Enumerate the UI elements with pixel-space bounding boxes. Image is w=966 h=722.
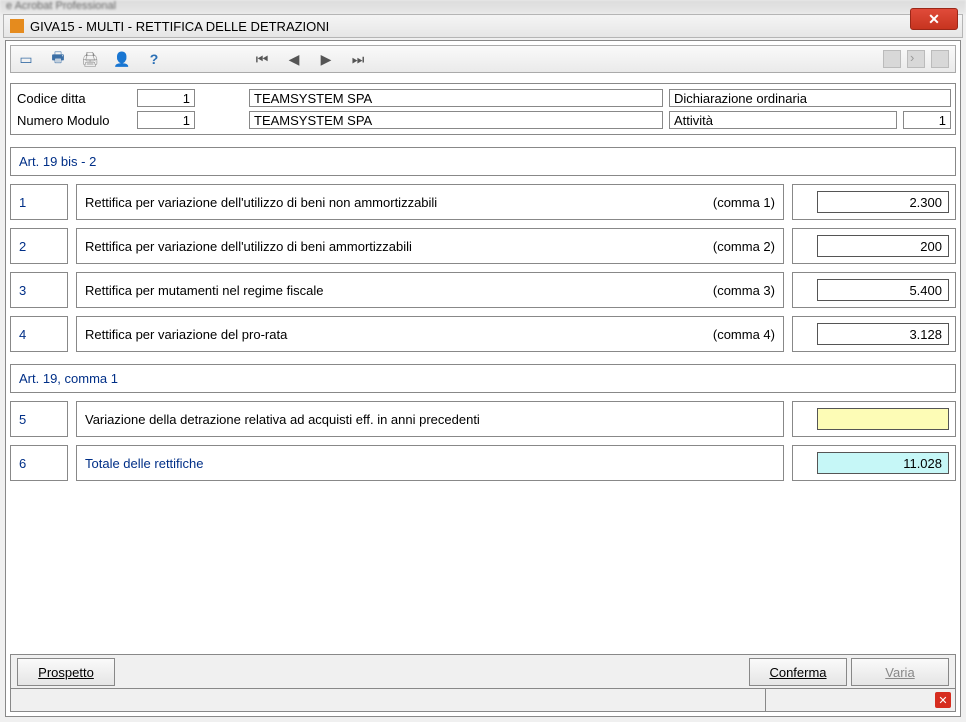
row-value-cell: 3.128	[792, 316, 956, 352]
row-number: 6	[10, 445, 68, 481]
status-error-icon[interactable]: ✕	[935, 692, 951, 708]
row-value-input[interactable]: 5.400	[817, 279, 949, 301]
tool-square-3[interactable]	[931, 50, 949, 68]
tool-square-2[interactable]: ›	[907, 50, 925, 68]
row-description: Rettifica per variazione del pro-rata(co…	[76, 316, 784, 352]
printer2-icon[interactable]: 🖨	[81, 50, 99, 68]
dichiarazione-field: Dichiarazione ordinaria	[669, 89, 951, 107]
row-value-cell: 2.300	[792, 184, 956, 220]
row-description: Rettifica per variazione dell'utilizzo d…	[76, 184, 784, 220]
conferma-button[interactable]: Conferma	[749, 658, 847, 686]
row-number: 1	[10, 184, 68, 220]
numero-modulo-label: Numero Modulo	[15, 113, 137, 128]
prospetto-button[interactable]: Prospetto	[17, 658, 115, 686]
nav-prev-icon[interactable]: ◀	[285, 50, 303, 68]
codice-ditta-input[interactable]: 1	[137, 89, 195, 107]
codice-ditta-label: Codice ditta	[15, 91, 137, 106]
form-row-6: 6Totale delle rettifiche 11.028	[10, 445, 956, 481]
row-value-cell: 11.028	[792, 445, 956, 481]
bottom-bar: Prospetto Conferma Varia	[10, 654, 956, 690]
print-icon[interactable]: 🖶	[49, 50, 67, 68]
ditta-name-field: TEAMSYSTEM SPA	[249, 89, 663, 107]
main-frame: ▭ 🖶 🖨 👤 ? ⏮ ◀ ▶ ⏭ › Codice ditta 1 TEAMS…	[5, 40, 961, 717]
row-value-input[interactable]: 200	[817, 235, 949, 257]
window-title: GIVA15 - MULTI - RETTIFICA DELLE DETRAZI…	[30, 19, 329, 34]
form-area: Codice ditta 1 TEAMSYSTEM SPA Dichiarazi…	[10, 83, 956, 662]
form-row-3: 3Rettifica per mutamenti nel regime fisc…	[10, 272, 956, 308]
window-close-button[interactable]: ✕	[910, 8, 958, 30]
background-app-title: e Acrobat Professional	[0, 0, 966, 14]
toolbar: ▭ 🖶 🖨 👤 ? ⏮ ◀ ▶ ⏭ ›	[10, 45, 956, 73]
nav-last-icon[interactable]: ⏭	[349, 50, 367, 68]
attivita-label-field: Attività	[669, 111, 897, 129]
row-value-input[interactable]: 2.300	[817, 191, 949, 213]
row-description: Totale delle rettifiche	[76, 445, 784, 481]
row-value-cell: 5.400	[792, 272, 956, 308]
row-value-input[interactable]	[817, 408, 949, 430]
row-value-input[interactable]: 3.128	[817, 323, 949, 345]
status-panel: ✕	[765, 689, 955, 711]
row-value-input[interactable]: 11.028	[817, 452, 949, 474]
nav-first-icon[interactable]: ⏮	[253, 50, 271, 68]
section2-title: Art. 19, comma 1	[10, 364, 956, 393]
form-row-2: 2Rettifica per variazione dell'utilizzo …	[10, 228, 956, 264]
row-value-cell	[792, 401, 956, 437]
form-row-4: 4Rettifica per variazione del pro-rata(c…	[10, 316, 956, 352]
app-icon	[10, 19, 24, 33]
row-number: 3	[10, 272, 68, 308]
nav-next-icon[interactable]: ▶	[317, 50, 335, 68]
card-icon[interactable]: ▭	[17, 50, 35, 68]
section1-title: Art. 19 bis - 2	[10, 147, 956, 176]
form-row-1: 1Rettifica per variazione dell'utilizzo …	[10, 184, 956, 220]
header-block: Codice ditta 1 TEAMSYSTEM SPA Dichiarazi…	[10, 83, 956, 135]
form-row-5: 5Variazione della detrazione relativa ad…	[10, 401, 956, 437]
row-number: 4	[10, 316, 68, 352]
numero-modulo-input[interactable]: 1	[137, 111, 195, 129]
status-bar: ✕	[10, 688, 956, 712]
ditta-name2-field: TEAMSYSTEM SPA	[249, 111, 663, 129]
close-icon: ✕	[928, 11, 940, 28]
row-number: 2	[10, 228, 68, 264]
row-description: Variazione della detrazione relativa ad …	[76, 401, 784, 437]
tool-square-1[interactable]	[883, 50, 901, 68]
user-icon[interactable]: 👤	[113, 50, 131, 68]
row-value-cell: 200	[792, 228, 956, 264]
window-titlebar: GIVA15 - MULTI - RETTIFICA DELLE DETRAZI…	[3, 14, 963, 38]
varia-button[interactable]: Varia	[851, 658, 949, 686]
attivita-value-input[interactable]: 1	[903, 111, 951, 129]
help-icon[interactable]: ?	[145, 50, 163, 68]
row-number: 5	[10, 401, 68, 437]
row-description: Rettifica per mutamenti nel regime fisca…	[76, 272, 784, 308]
row-description: Rettifica per variazione dell'utilizzo d…	[76, 228, 784, 264]
